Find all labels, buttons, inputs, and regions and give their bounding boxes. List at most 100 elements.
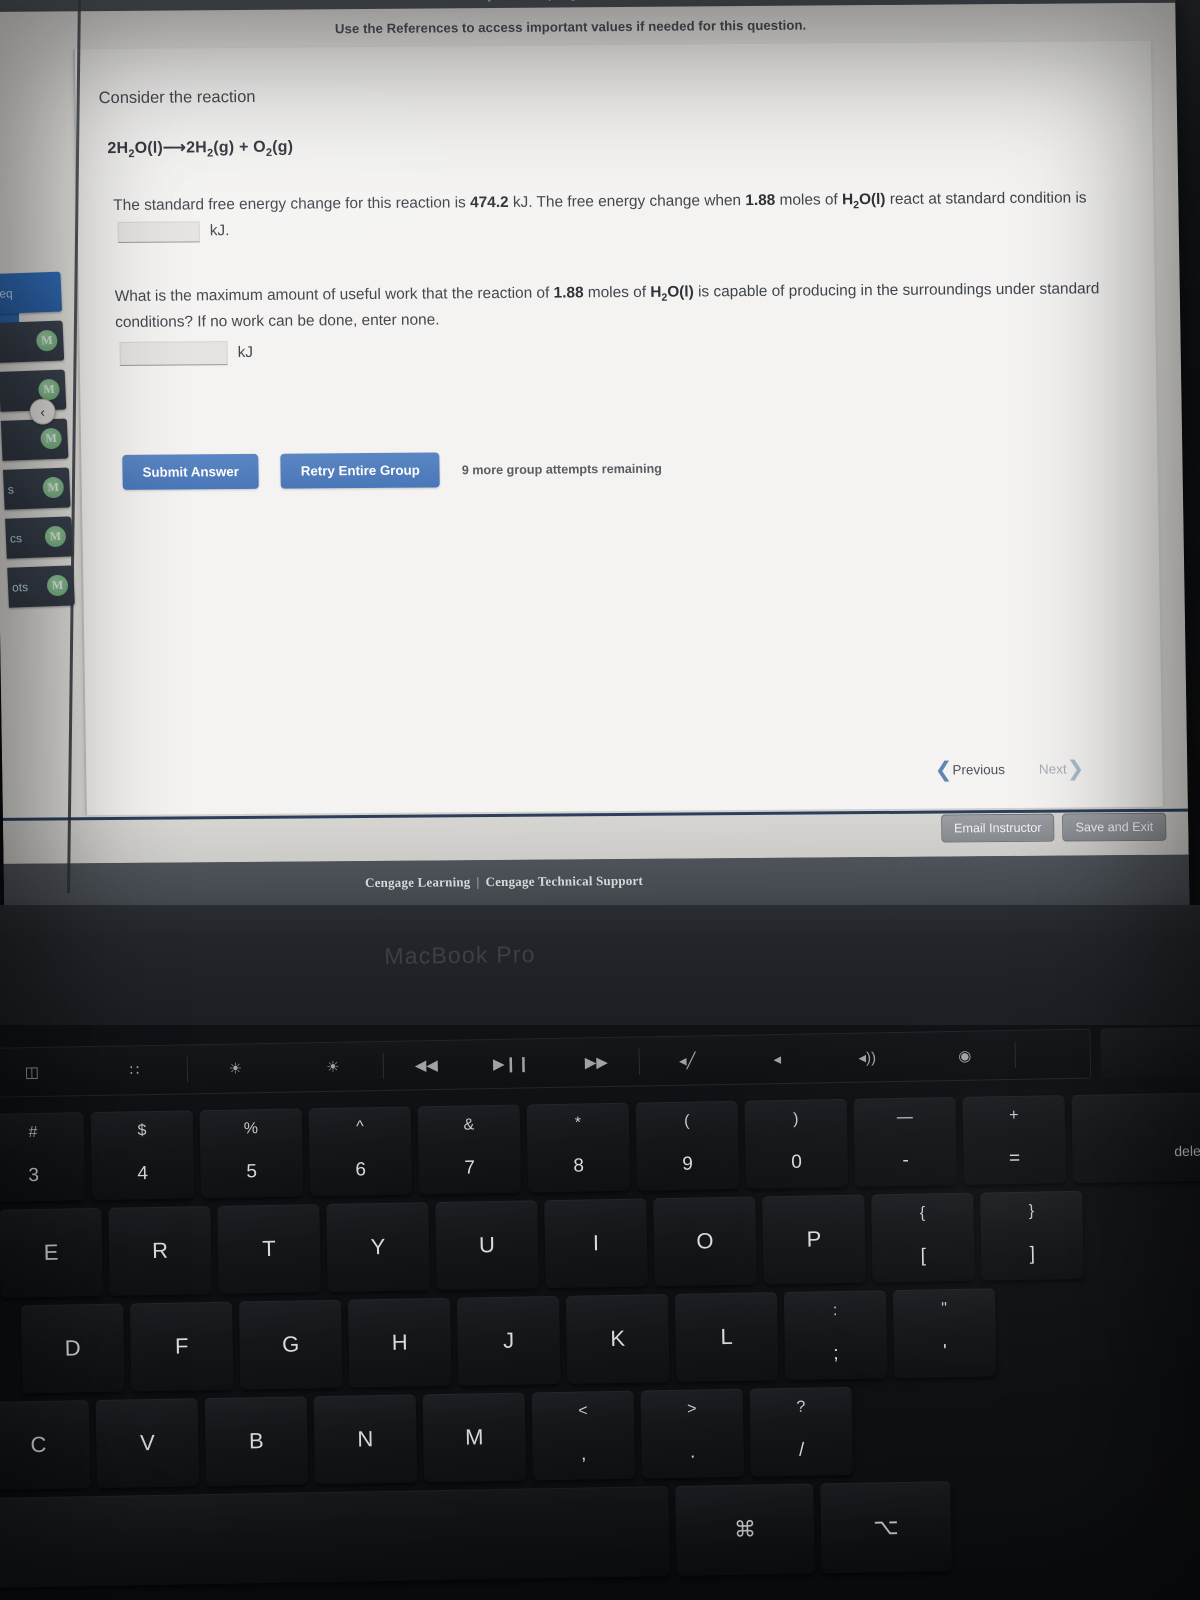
key-f[interactable]: F <box>129 1301 234 1392</box>
key-j[interactable]: J <box>456 1295 561 1386</box>
sidebar-item-eq[interactable]: eq <box>0 271 63 314</box>
play-pause-icon[interactable]: ▶❙❙ <box>469 1054 554 1073</box>
key-[interactable]: {[ <box>871 1192 975 1283</box>
sidebar-item-3[interactable]: M <box>0 418 69 461</box>
pagination-controls: ❮ Previous Next ❯ <box>935 757 1085 781</box>
sidebar-item-label: cs <box>9 531 23 546</box>
key-[interactable]: ? / <box>749 1386 854 1477</box>
keyboard-row-bottom: C V B N M <, >.? / <box>0 1386 860 1490</box>
key-[interactable]: " ' <box>892 1288 997 1379</box>
rewind-icon[interactable]: ◀◀ <box>384 1055 469 1074</box>
brightness-down-icon[interactable]: ☀ <box>188 1059 283 1079</box>
fast-forward-icon[interactable]: ▶▶ <box>554 1053 639 1072</box>
sidebar-item-1[interactable]: M <box>0 320 65 363</box>
volume-down-icon[interactable]: ◂ <box>735 1049 820 1068</box>
key-lower-label: 7 <box>464 1157 476 1179</box>
previous-button[interactable]: ❮ Previous <box>935 758 1005 781</box>
key-5[interactable]: % 5 <box>199 1108 304 1199</box>
cengage-technical-support-link[interactable]: Cengage Technical Support <box>485 873 643 889</box>
key-9[interactable]: (9 <box>635 1100 740 1191</box>
key-[interactable]: ⌥ <box>820 1481 952 1574</box>
key-key0[interactable] <box>0 1486 670 1588</box>
answer-row-2: kJ <box>97 334 1157 367</box>
key-[interactable]: + = <box>962 1095 1067 1185</box>
volume-up-icon[interactable]: ◂)) <box>820 1048 915 1068</box>
moles-value-2: 1.88 <box>553 284 584 302</box>
key-[interactable]: }] <box>980 1190 1084 1281</box>
key-lower-label: 4 <box>137 1163 149 1185</box>
key-0[interactable]: ) 0 <box>744 1098 849 1189</box>
eq-plus: + <box>238 138 249 157</box>
sidebar-item-5[interactable]: cs M <box>5 516 73 559</box>
key-l[interactable]: L <box>674 1292 779 1382</box>
launchpad-icon[interactable]: ∷ <box>82 1060 187 1080</box>
eq-arrow: ⟶ <box>162 139 187 157</box>
mindtap-badge-icon: M <box>40 427 63 450</box>
key-[interactable]: >. <box>640 1388 745 1479</box>
key-4[interactable]: $4 <box>90 1110 195 1201</box>
answer-input-2[interactable] <box>119 341 228 367</box>
key-delete[interactable]: delete <box>1071 1092 1200 1183</box>
submit-answer-button[interactable]: Submit Answer <box>122 453 260 490</box>
sidebar-item-6[interactable]: ots M <box>7 565 75 608</box>
key-[interactable]: :; <box>783 1290 888 1380</box>
touch-id-key[interactable] <box>1100 1026 1200 1079</box>
key-i[interactable]: I <box>544 1198 648 1289</box>
key-7[interactable]: & 7 <box>417 1104 522 1195</box>
email-instructor-button[interactable]: Email Instructor <box>940 813 1055 843</box>
next-button[interactable]: Next ❯ <box>1039 757 1085 780</box>
key-lower-label: 5 <box>246 1161 258 1183</box>
chevron-left-icon: ‹ <box>40 404 45 420</box>
key-p[interactable]: P <box>762 1194 866 1285</box>
question-body: Consider the reaction 2H2O(l)⟶2H2(g) + O… <box>94 81 1158 490</box>
key-h[interactable]: H <box>347 1297 452 1388</box>
key-upper-label: # <box>28 1124 38 1142</box>
key-upper-label: * <box>574 1114 582 1132</box>
key-c[interactable]: C <box>0 1400 91 1490</box>
sidebar-item-4[interactable]: s M <box>2 467 71 510</box>
review-topics-link[interactable]: [Review Topics] <box>487 0 575 2</box>
save-and-exit-button[interactable]: Save and Exit <box>1062 812 1167 842</box>
key-8[interactable]: * 8 <box>526 1102 631 1193</box>
key-lower-label: ] <box>1029 1243 1036 1265</box>
cengage-learning-link[interactable]: Cengage Learning <box>365 874 471 890</box>
key-label: D <box>64 1335 81 1361</box>
key-n[interactable]: N <box>313 1394 418 1485</box>
key-[interactable]: <, <box>531 1390 636 1481</box>
key-3[interactable]: #3 <box>0 1112 86 1202</box>
para1-text-c: moles of <box>775 191 843 210</box>
key-v[interactable]: V <box>95 1398 200 1489</box>
answer-input-1[interactable] <box>117 221 200 243</box>
key-m[interactable]: M <box>422 1392 527 1483</box>
key-[interactable]: ⌘ <box>675 1483 815 1576</box>
formula2-h: H <box>650 283 662 302</box>
mission-control-icon[interactable]: ◫ <box>0 1062 82 1082</box>
key-o[interactable]: O <box>653 1196 757 1287</box>
key-y[interactable]: Y <box>326 1202 430 1292</box>
key-b[interactable]: B <box>204 1396 309 1487</box>
key-t[interactable]: T <box>217 1204 321 1294</box>
key-[interactable]: — - <box>853 1096 958 1187</box>
mindtap-badge-icon: M <box>42 476 65 499</box>
key-6[interactable]: ^ 6 <box>308 1106 413 1197</box>
brightness-up-icon[interactable]: ☀ <box>283 1057 383 1077</box>
key-lower-label: [ <box>920 1245 927 1267</box>
key-e[interactable]: E <box>0 1207 103 1298</box>
touch-bar[interactable]: ◫ ∷ ☀ ☀ ◀◀ ▶❙❙ ▶▶ ◂╱ ◂ ◂)) ◉ <box>0 1028 1092 1098</box>
mute-icon[interactable]: ◂╱ <box>640 1051 735 1071</box>
free-energy-paragraph: The standard free energy change for this… <box>95 186 1156 245</box>
para1-text-b: kJ. The free energy change when <box>508 192 746 212</box>
key-k[interactable]: K <box>565 1294 670 1384</box>
key-g[interactable]: G <box>238 1299 343 1390</box>
sidebar-collapse-button[interactable]: ‹ <box>29 398 56 425</box>
key-d[interactable]: D <box>20 1303 125 1394</box>
sidebar-item-label: s <box>7 482 15 497</box>
retry-entire-group-button[interactable]: Retry Entire Group <box>280 452 441 489</box>
key-upper-label: % <box>243 1120 259 1138</box>
key-label: R <box>151 1237 169 1264</box>
key-u[interactable]: U <box>435 1200 539 1291</box>
key-r[interactable]: R <box>108 1206 212 1296</box>
key-lower-label: . <box>689 1441 696 1463</box>
formula2-rest: O(l) <box>667 283 694 301</box>
siri-icon[interactable]: ◉ <box>915 1046 1015 1066</box>
